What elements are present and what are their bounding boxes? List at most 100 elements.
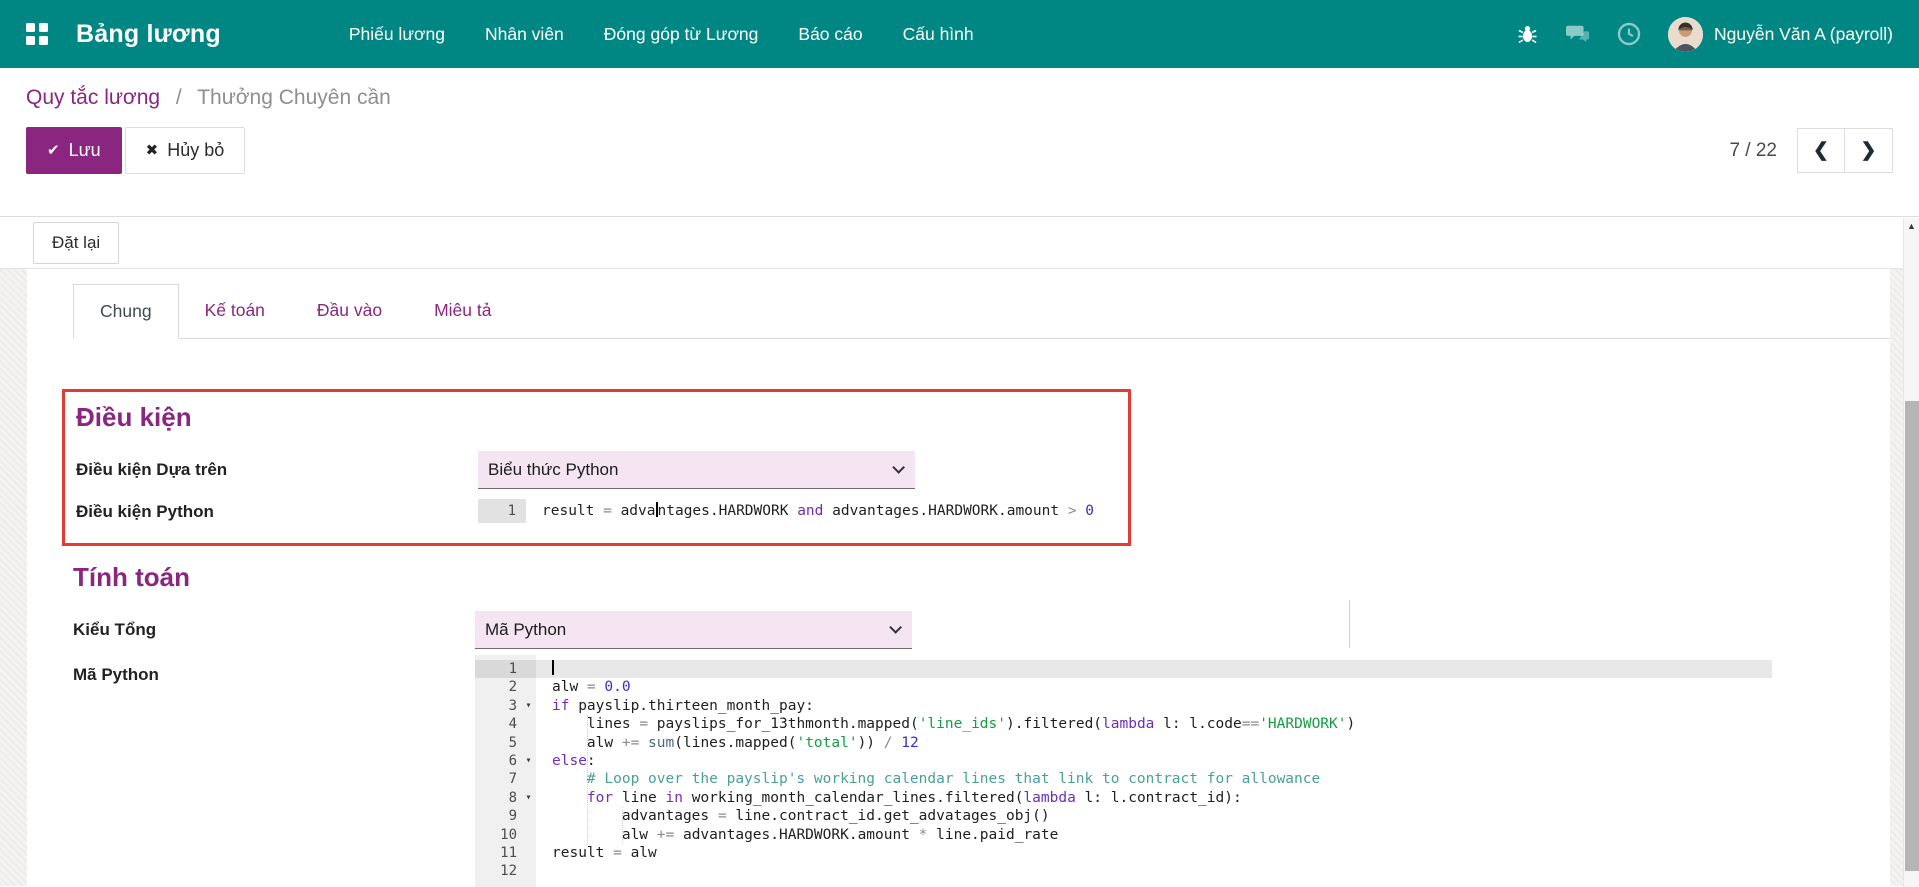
discard-label: Hủy bỏ xyxy=(167,140,225,160)
code-row[interactable]: 2 alw = 0.0 xyxy=(475,678,1772,696)
fold-icon[interactable]: ▾ xyxy=(521,789,536,807)
form-statusbar: Đặt lại xyxy=(0,217,1919,269)
scrollbar-thumb[interactable] xyxy=(1905,401,1919,871)
field-cell-divider xyxy=(1349,600,1350,648)
code-line: else: xyxy=(552,752,596,769)
control-panel: Quy tắc lương / Thưởng Chuyên cần ✔ Lưu … xyxy=(0,68,1919,217)
code-row[interactable]: 3 ▾ if payslip.thirteen_month_pay: xyxy=(475,697,1772,715)
avatar[interactable] xyxy=(1668,16,1703,52)
code-row[interactable]: 7 # Loop over the payslip's working cale… xyxy=(475,770,1772,788)
line-number: 4 xyxy=(508,716,517,733)
code-line: lines = payslips_for_13thmonth.mapped('l… xyxy=(552,716,1356,733)
fold-icon[interactable]: ▾ xyxy=(521,752,536,770)
pager: 7 / 22 ❮ ❯ xyxy=(1729,128,1893,173)
code-row[interactable]: 6 ▾ else: xyxy=(475,752,1772,770)
menu-phieu-luong[interactable]: Phiếu lương xyxy=(349,24,445,45)
chat-icon[interactable] xyxy=(1566,22,1590,46)
user-name[interactable]: Nguyễn Văn A (payroll) xyxy=(1714,24,1893,45)
save-button[interactable]: ✔ Lưu xyxy=(26,127,122,174)
condition-section-title: Điều kiện xyxy=(76,402,192,432)
vertical-scrollbar[interactable]: ▲ xyxy=(1903,218,1919,887)
chevron-down-icon xyxy=(889,621,902,634)
reset-button[interactable]: Đặt lại xyxy=(33,222,120,264)
code-row[interactable]: 1 result = adva ntages.HARDWORK and advant… xyxy=(478,499,1131,523)
code-line: advantages = line.contract_id.get_advata… xyxy=(552,808,1050,825)
breadcrumb: Quy tắc lương / Thưởng Chuyên cần xyxy=(26,86,1893,110)
line-number: 3 ▾ xyxy=(475,697,536,715)
amount-type-label: Kiểu Tổng xyxy=(73,620,157,639)
save-label: Lưu xyxy=(68,140,101,160)
code-row[interactable]: 10 alw += advantages.HARDWORK.amount * l… xyxy=(475,826,1772,844)
amount-type-value: Mã Python xyxy=(485,619,567,639)
tab-ke-toan[interactable]: Kế toán xyxy=(179,284,291,339)
code-line: alw += sum(lines.mapped('total')) / 12 xyxy=(552,734,919,751)
top-navbar: Bảng lương Phiếu lương Nhân viên Đóng gó… xyxy=(0,0,1919,68)
fold-icon[interactable]: ▾ xyxy=(521,697,536,715)
pager-value: 7 / 22 xyxy=(1729,139,1777,161)
bug-icon[interactable] xyxy=(1515,22,1539,46)
x-icon: ✖ xyxy=(145,142,159,159)
code-row[interactable]: 1 xyxy=(475,660,1772,679)
check-icon: ✔ xyxy=(47,142,60,159)
condition-based-on-label: Điều kiện Dựa trên xyxy=(76,460,228,479)
code-line: alw = 0.0 xyxy=(552,679,631,696)
apps-menu-icon[interactable] xyxy=(26,23,48,45)
form-sheet: Chung Kế toán Đầu vào Miêu tả Điều kiện … xyxy=(27,269,1890,887)
line-number: 5 xyxy=(508,734,517,751)
code-row[interactable]: 4 lines = payslips_for_13thmonth.mapped(… xyxy=(475,715,1772,733)
main-menu: Phiếu lương Nhân viên Đóng góp từ Lương … xyxy=(349,24,974,45)
amount-type-select[interactable]: Mã Python xyxy=(475,611,912,649)
discard-button[interactable]: ✖ Hủy bỏ xyxy=(124,127,246,174)
apps-square xyxy=(39,36,48,45)
code-row[interactable]: 5 alw += sum(lines.mapped('total')) / 12 xyxy=(475,734,1772,752)
code-line: for line in working_month_calendar_lines… xyxy=(586,789,1242,806)
code-line: # Loop over the payslip's working calend… xyxy=(552,771,1321,788)
condition-based-on-select[interactable]: Biểu thức Python xyxy=(478,451,915,489)
code-line: result = alw xyxy=(552,844,657,861)
pager-previous-button[interactable]: ❮ xyxy=(1797,128,1845,173)
line-number: 1 xyxy=(475,660,536,679)
form-background: Chung Kế toán Đầu vào Miêu tả Điều kiện … xyxy=(0,269,1919,887)
line-number: 7 xyxy=(508,771,517,788)
apps-square xyxy=(39,23,48,32)
tab-chung[interactable]: Chung xyxy=(73,284,179,339)
code-line: if payslip.thirteen_month_pay: xyxy=(552,697,814,714)
line-number: 8 ▾ xyxy=(475,789,536,807)
breadcrumb-separator: / xyxy=(175,86,182,109)
breadcrumb-parent-link[interactable]: Quy tắc lương xyxy=(26,86,160,109)
chevron-right-icon: ❯ xyxy=(1860,140,1877,161)
condition-highlight-box: Điều kiện Điều kiện Dựa trên Biểu thức P… xyxy=(62,389,1131,546)
tab-mieu-ta[interactable]: Miêu tả xyxy=(408,284,517,339)
code-line xyxy=(536,660,554,678)
text-cursor xyxy=(552,660,554,675)
condition-based-on-value: Biểu thức Python xyxy=(488,459,619,479)
line-number: 2 xyxy=(508,679,517,696)
pager-next-button[interactable]: ❯ xyxy=(1845,128,1893,173)
line-number: 11 xyxy=(500,844,517,861)
python-code-label: Mã Python xyxy=(73,665,159,684)
line-number: 6 ▾ xyxy=(475,752,536,770)
code-row[interactable]: 12 xyxy=(475,862,1772,880)
code-row[interactable]: 9 advantages = line.contract_id.get_adva… xyxy=(475,807,1772,825)
line-number: 1 xyxy=(478,499,526,523)
line-number: 12 xyxy=(500,863,517,880)
code-line: alw += advantages.HARDWORK.amount * line… xyxy=(552,826,1059,843)
menu-bao-cao[interactable]: Báo cáo xyxy=(798,24,862,45)
menu-cau-hinh[interactable]: Cấu hình xyxy=(903,24,974,45)
code-line: result = adva ntages.HARDWORK and advanta… xyxy=(542,502,1095,519)
computation-section-title: Tính toán xyxy=(73,562,190,592)
code-row[interactable]: 8 ▾ for line in working_month_calendar_li… xyxy=(475,789,1772,807)
menu-nhan-vien[interactable]: Nhân viên xyxy=(485,24,564,45)
chevron-left-icon: ❮ xyxy=(1813,140,1829,161)
condition-python-label: Điều kiện Python xyxy=(76,502,214,521)
clock-icon[interactable] xyxy=(1617,22,1641,46)
scroll-up-arrow[interactable]: ▲ xyxy=(1904,218,1919,234)
chevron-down-icon xyxy=(892,461,905,474)
menu-dong-gop[interactable]: Đóng góp từ Lương xyxy=(604,24,759,45)
code-row[interactable]: 11 result = alw xyxy=(475,844,1772,862)
python-code-editor[interactable]: 1 2 alw = 0.0 3 ▾ if payslip.thirteen_month_p… xyxy=(475,655,1772,887)
notebook-tabs: Chung Kế toán Đầu vào Miêu tả xyxy=(73,284,1890,339)
tab-dau-vao[interactable]: Đầu vào xyxy=(291,284,408,339)
app-title[interactable]: Bảng lương xyxy=(76,20,221,49)
condition-python-editor[interactable]: 1 result = adva ntages.HARDWORK and advant… xyxy=(478,497,1131,527)
